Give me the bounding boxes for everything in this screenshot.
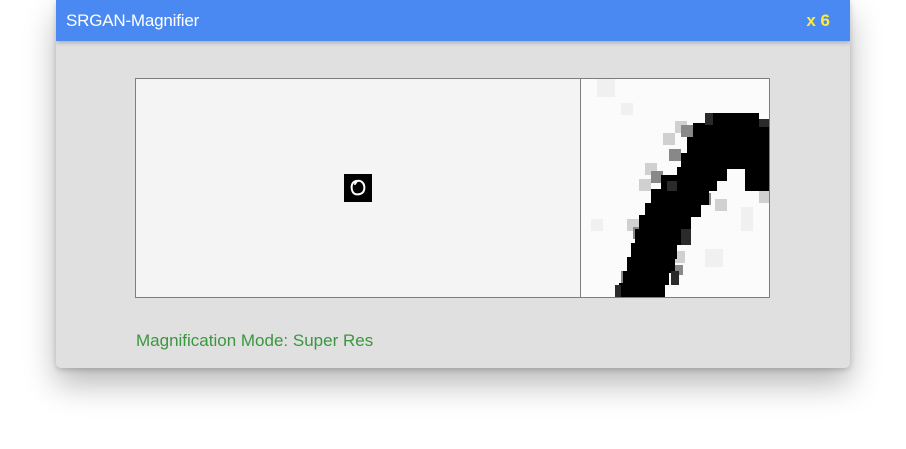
magnifier-window: SRGAN-Magnifier x 6 Magnification Mode: … <box>56 0 850 368</box>
window-title: SRGAN-Magnifier <box>66 11 200 30</box>
source-thumbnail <box>344 174 372 202</box>
zoom-factor-label: x 6 <box>806 11 830 30</box>
magnification-mode-status: Magnification Mode: Super Res <box>136 331 373 351</box>
magnified-digit-stroke <box>591 79 769 297</box>
title-bar[interactable]: SRGAN-Magnifier x 6 <box>56 0 850 41</box>
source-canvas[interactable] <box>136 79 580 297</box>
mode-status-value: Super Res <box>292 331 374 350</box>
magnifier-viewer <box>135 78 770 298</box>
mode-status-prefix: Magnification Mode: <box>136 331 289 350</box>
magnified-view <box>581 79 769 297</box>
handwritten-digit-zero-icon <box>350 179 366 196</box>
